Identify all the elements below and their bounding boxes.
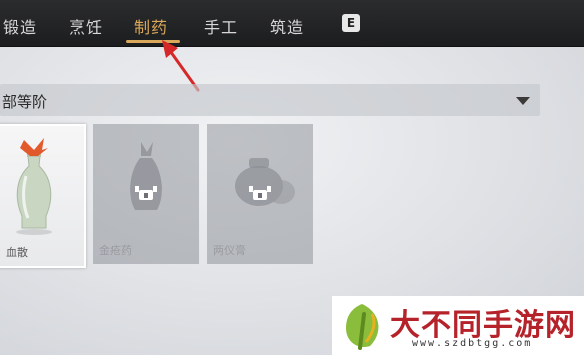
recipe-card-liangyigao[interactable]: 两仪膏	[207, 124, 313, 264]
medicine-vase-icon	[16, 138, 52, 235]
next-tab-key-hint[interactable]: E	[342, 14, 360, 32]
tab-medicine[interactable]: 制药	[134, 14, 168, 38]
recipe-name: 血散	[6, 246, 28, 259]
lock-icon	[249, 186, 271, 200]
tab-building[interactable]: 筑造	[270, 14, 304, 38]
recipe-card-xuesan[interactable]: 血散	[0, 124, 86, 268]
chevron-down-icon	[516, 97, 530, 105]
site-watermark: 大不同手游网 www.szdbtgg.com	[332, 296, 584, 355]
grade-filter-label: 部等阶	[2, 93, 48, 111]
recipe-card-jinchuangyao[interactable]: 金疮药	[93, 124, 199, 264]
recipe-name: 两仪膏	[213, 244, 246, 257]
tab-handicraft[interactable]: 手工	[204, 14, 238, 38]
tab-forging[interactable]: 锻造	[3, 14, 37, 38]
crafting-tab-bar: 锻造 烹饪 制药 手工 筑造 E	[0, 0, 584, 47]
grade-filter-dropdown[interactable]: 部等阶	[0, 84, 540, 116]
leaf-logo-icon	[346, 304, 379, 350]
tab-cooking[interactable]: 烹饪	[69, 14, 103, 38]
recipe-name: 金疮药	[99, 244, 132, 257]
watermark-url: www.szdbtgg.com	[412, 338, 533, 349]
lock-icon	[135, 186, 157, 200]
medicine-pouch-icon	[130, 142, 162, 210]
